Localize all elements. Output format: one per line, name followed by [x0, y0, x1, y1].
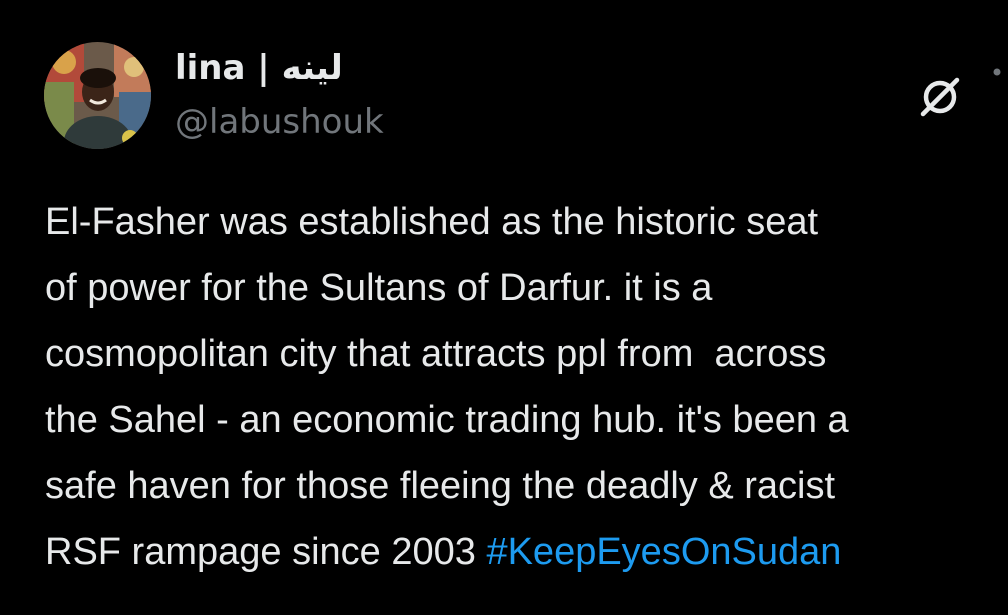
author-display-name[interactable]: lina | لينه — [175, 46, 343, 90]
tweet-text-line: cosmopolitan city that attracts ppl from… — [45, 333, 827, 375]
tweet-text: El-Fasher was established as the histori… — [45, 189, 1008, 585]
tweet-text-segment: RSF rampage since 2003 — [45, 531, 487, 573]
tweet-text-line: of power for the Sultans of Darfur. it i… — [45, 267, 713, 309]
hashtag-link[interactable]: #KeepEyesOnSudan — [486, 531, 841, 573]
avatar-photo — [44, 42, 151, 149]
tweet-text-line: the Sahel - an economic trading hub. it'… — [45, 399, 849, 441]
more-dots-icon[interactable] — [988, 64, 1008, 78]
avatar[interactable] — [44, 42, 151, 149]
author-handle[interactable]: @labushouk — [175, 100, 384, 144]
grok-icon[interactable] — [917, 74, 963, 120]
tweet-text-line: El-Fasher was established as the histori… — [45, 201, 819, 243]
tweet-text-line: safe haven for those fleeing the deadly … — [45, 465, 836, 507]
tweet-text-last-line: RSF rampage since 2003 #KeepEyesOnSudan — [45, 519, 1008, 585]
